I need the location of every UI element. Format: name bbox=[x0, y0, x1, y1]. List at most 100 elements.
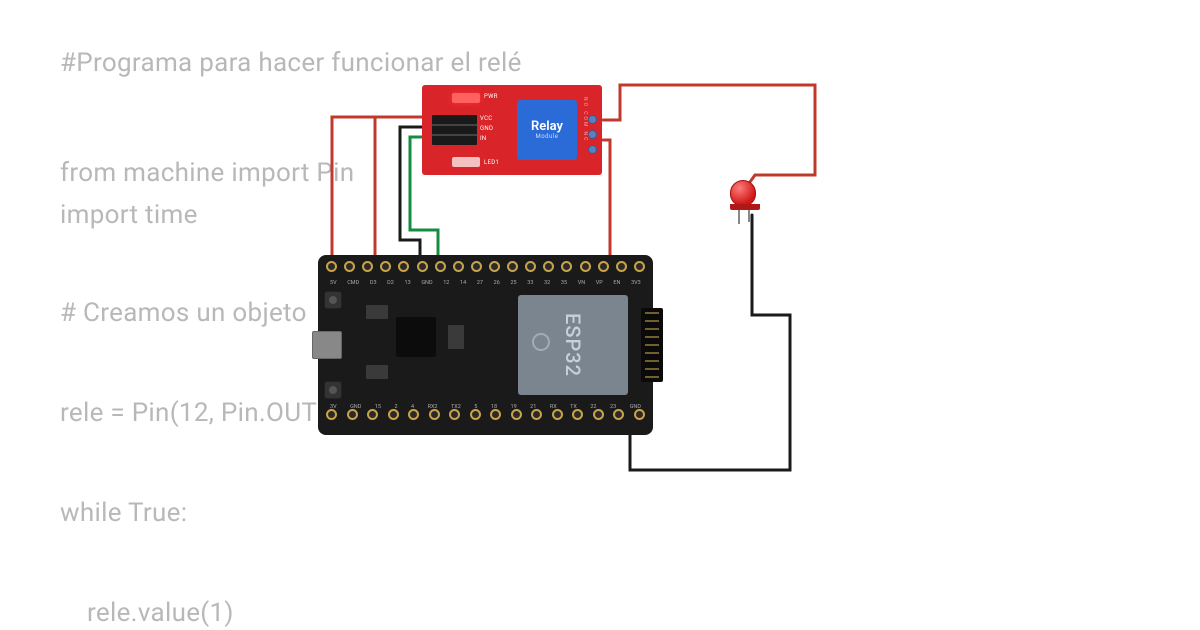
relay-com-terminal[interactable] bbox=[588, 130, 597, 139]
esp32-antenna-icon bbox=[641, 308, 663, 382]
relay-output-terminals[interactable] bbox=[588, 115, 597, 154]
relay-nc-terminal[interactable] bbox=[588, 145, 597, 154]
pin-label: 32 bbox=[544, 280, 550, 286]
pin-hole[interactable] bbox=[634, 261, 645, 272]
pin-label: 3V3 bbox=[631, 280, 641, 286]
esp32-en-button[interactable] bbox=[324, 291, 342, 309]
pin-hole[interactable] bbox=[435, 261, 446, 272]
pin-label: 13 bbox=[405, 280, 411, 286]
esp32-regulator-ic-icon bbox=[396, 317, 436, 357]
pin-hole[interactable] bbox=[525, 261, 536, 272]
esp32-wroom-shield: ESP32 bbox=[518, 295, 628, 395]
pin-hole[interactable] bbox=[344, 261, 355, 272]
pin-label: 2 bbox=[394, 404, 397, 410]
pin-label: 35 bbox=[561, 280, 567, 286]
relay-terminal-labels: NO COM NC bbox=[582, 97, 588, 142]
pin-hole[interactable] bbox=[417, 261, 428, 272]
code-line: rele = Pin(12, Pin.OUT) bbox=[60, 398, 327, 428]
pin-label: VN bbox=[578, 280, 585, 286]
esp32-board[interactable]: 5VCMDD3D213GND1214272625333235VNVPEN3V3 … bbox=[318, 255, 653, 435]
pin-hole[interactable] bbox=[580, 261, 591, 272]
pin-label: 15 bbox=[375, 404, 381, 410]
pin-hole[interactable] bbox=[489, 261, 500, 272]
pin-hole[interactable] bbox=[380, 261, 391, 272]
pin-hole[interactable] bbox=[490, 409, 501, 420]
pin-label: 25 bbox=[510, 280, 516, 286]
pin-hole[interactable] bbox=[593, 409, 604, 420]
pin-hole[interactable] bbox=[616, 261, 627, 272]
esp32-smd-icon bbox=[366, 305, 388, 319]
pin-hole[interactable] bbox=[552, 409, 563, 420]
pin-hole[interactable] bbox=[449, 409, 460, 420]
pin-hole[interactable] bbox=[531, 409, 542, 420]
esp32-chip-label: ESP32 bbox=[561, 313, 585, 377]
relay-pwr-led-icon bbox=[452, 93, 480, 103]
relay-in-label: IN bbox=[480, 135, 487, 142]
led-bulb-icon bbox=[730, 180, 756, 206]
pin-hole[interactable] bbox=[453, 261, 464, 272]
red-led[interactable] bbox=[730, 180, 760, 222]
pin-label: D2 bbox=[387, 280, 394, 286]
pin-hole[interactable] bbox=[362, 261, 373, 272]
pin-hole[interactable] bbox=[347, 409, 358, 420]
pin-label: 5V bbox=[330, 280, 337, 286]
pin-hole[interactable] bbox=[613, 409, 624, 420]
esp32-top-pin-row[interactable] bbox=[326, 261, 645, 281]
pin-label: GND bbox=[630, 404, 641, 410]
pin-label: CMD bbox=[347, 280, 359, 286]
pin-label: 26 bbox=[494, 280, 500, 286]
pin-hole[interactable] bbox=[598, 261, 609, 272]
pin-hole[interactable] bbox=[388, 409, 399, 420]
esp32-boot-button[interactable] bbox=[324, 381, 342, 399]
pin-hole[interactable] bbox=[511, 409, 522, 420]
esp32-smd-icon bbox=[366, 365, 388, 379]
code-line: while True: bbox=[60, 498, 187, 528]
relay-coil-block: Relay Module bbox=[517, 100, 577, 160]
circuit-diagram: PWR VCC GND IN LED1 Relay Module NO COM … bbox=[310, 65, 870, 495]
pin-hole[interactable] bbox=[326, 261, 337, 272]
code-line: import time bbox=[60, 200, 198, 230]
esp32-bottom-pin-row[interactable] bbox=[326, 409, 645, 429]
pin-label: RX bbox=[550, 404, 557, 410]
pin-hole[interactable] bbox=[471, 261, 482, 272]
led-anode-leg[interactable] bbox=[738, 210, 740, 224]
relay-module[interactable]: PWR VCC GND IN LED1 Relay Module NO COM … bbox=[422, 85, 602, 175]
pin-hole[interactable] bbox=[398, 261, 409, 272]
pin-label: VP bbox=[596, 280, 603, 286]
esp32-smd-icon bbox=[448, 325, 464, 349]
relay-no-terminal[interactable] bbox=[588, 115, 597, 124]
pin-label: 19 bbox=[511, 404, 517, 410]
pin-label: TX bbox=[570, 404, 577, 410]
pin-label: RX2 bbox=[428, 404, 438, 410]
relay-status-led-icon bbox=[452, 157, 480, 167]
pin-hole[interactable] bbox=[429, 409, 440, 420]
esp32-top-pin-labels: 5VCMDD3D213GND1214272625333235VNVPEN3V3 bbox=[330, 280, 641, 286]
relay-input-header[interactable] bbox=[432, 115, 477, 145]
pin-label: 3V bbox=[330, 404, 337, 410]
relay-subtitle: Module bbox=[536, 133, 559, 140]
esp32-usb-port-icon bbox=[312, 331, 342, 359]
pin-label: 21 bbox=[530, 404, 536, 410]
led-cathode-leg[interactable] bbox=[748, 210, 750, 222]
pin-hole[interactable] bbox=[561, 261, 572, 272]
relay-vcc-label: VCC bbox=[480, 115, 493, 122]
pin-label: 33 bbox=[527, 280, 533, 286]
pin-label: EN bbox=[613, 280, 620, 286]
pin-hole[interactable] bbox=[572, 409, 583, 420]
led-base-icon bbox=[730, 204, 760, 210]
espressif-logo-icon bbox=[532, 333, 550, 351]
pin-hole[interactable] bbox=[507, 261, 518, 272]
pin-label: 23 bbox=[610, 404, 616, 410]
esp32-bottom-pin-labels: 3VGND1524RX2TX25181921RXTX2223GND bbox=[330, 404, 641, 410]
pin-label: 12 bbox=[443, 280, 449, 286]
pin-hole[interactable] bbox=[543, 261, 554, 272]
pin-hole[interactable] bbox=[634, 409, 645, 420]
pin-hole[interactable] bbox=[326, 409, 337, 420]
pin-label: TX2 bbox=[451, 404, 461, 410]
relay-gnd-label: GND bbox=[480, 125, 493, 132]
pin-hole[interactable] bbox=[470, 409, 481, 420]
pin-label: 18 bbox=[491, 404, 497, 410]
pin-hole[interactable] bbox=[367, 409, 378, 420]
pin-hole[interactable] bbox=[408, 409, 419, 420]
pin-label: GND bbox=[421, 280, 432, 286]
